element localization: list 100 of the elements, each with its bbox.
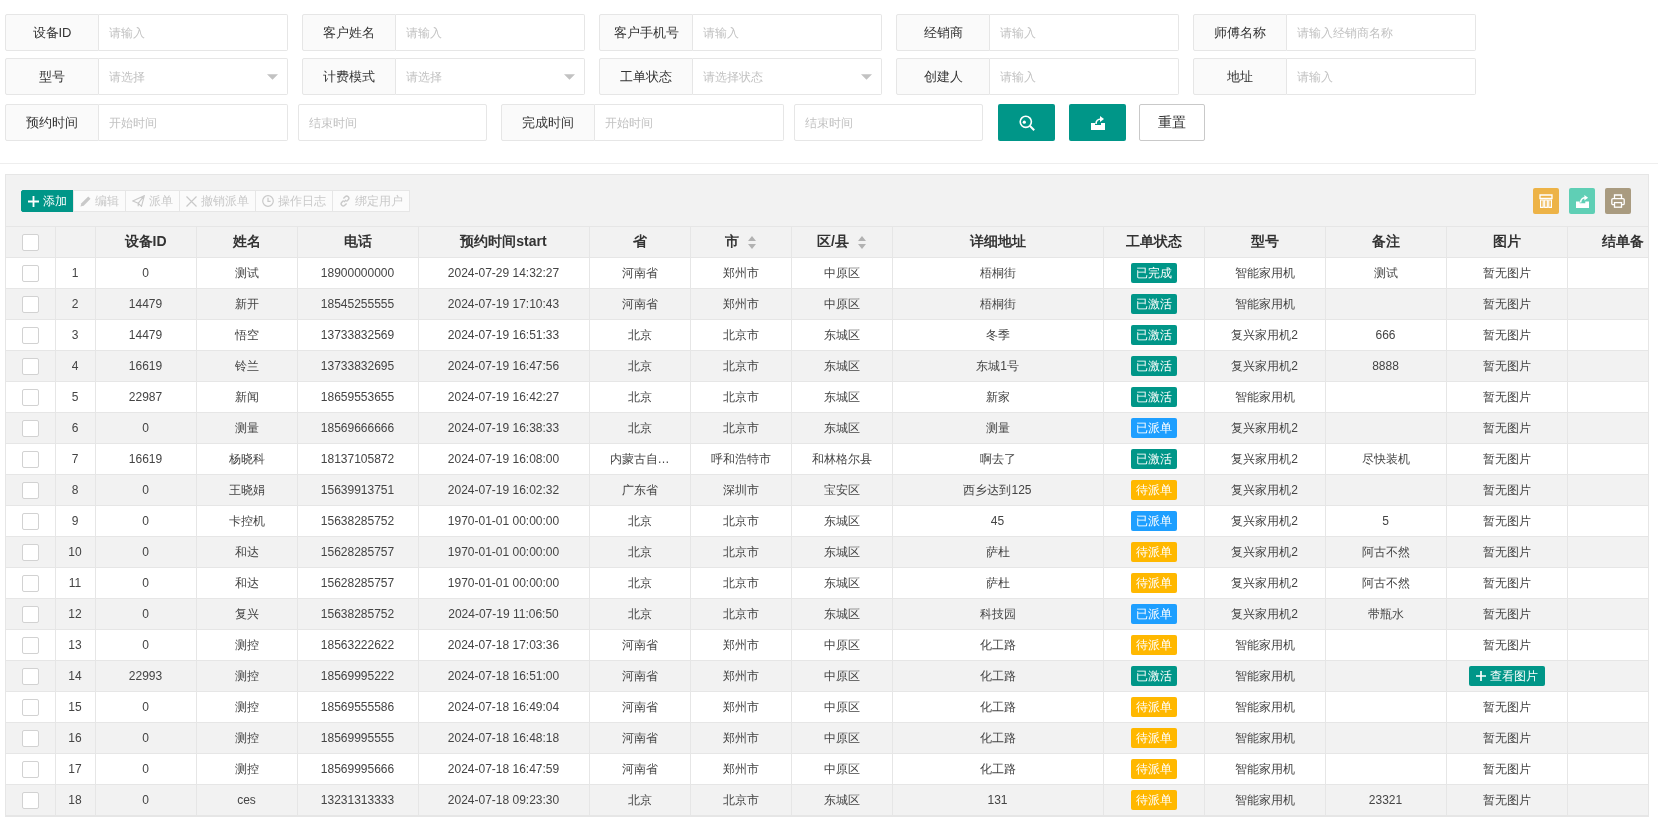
status-tag: 已激活 [1130, 325, 1177, 346]
checkbox[interactable] [21, 513, 39, 531]
row-number: 12 [55, 598, 95, 630]
date-field[interactable]: 结束时间 [794, 104, 983, 141]
table-cell: 0 [95, 412, 196, 444]
export-button[interactable] [1069, 104, 1126, 141]
table-cell: 新家 [892, 381, 1103, 413]
checkbox[interactable] [21, 451, 39, 469]
column-header[interactable]: 区/县 [817, 233, 849, 251]
table-cell: 化工路 [892, 753, 1103, 785]
text-field[interactable]: 请输入 [396, 14, 585, 51]
table-cell: 22993 [95, 660, 196, 692]
columns-button[interactable] [1533, 188, 1559, 214]
table-cell: 18569995555 [297, 722, 418, 754]
table-cell: 测控 [196, 660, 297, 692]
table-cell: 和达 [196, 536, 297, 568]
table-cell: 梧桐街 [892, 257, 1103, 289]
print-button[interactable] [1605, 188, 1631, 214]
table-cell: 尽快装机 [1325, 443, 1446, 475]
table-cell: 呼和浩特市 [690, 443, 791, 475]
checkbox[interactable] [21, 761, 39, 779]
checkbox[interactable] [21, 482, 39, 500]
table-cell: 北京市 [690, 350, 791, 382]
text-field[interactable]: 请输入 [990, 14, 1179, 51]
column-header: 省 [632, 233, 647, 251]
table-cell: 暂无图片 [1446, 598, 1567, 630]
table-cell: 北京 [589, 319, 690, 351]
checkbox[interactable] [21, 575, 39, 593]
checkbox[interactable] [21, 296, 39, 314]
table-cell: 测量 [196, 412, 297, 444]
checkbox[interactable] [21, 233, 39, 251]
table-cell: 北京 [589, 412, 690, 444]
checkbox[interactable] [21, 730, 39, 748]
table-cell: 131 [892, 784, 1103, 816]
printer-icon [1611, 194, 1625, 208]
field-label: 客户手机号 [599, 14, 693, 51]
table-cell: 中原区 [791, 629, 892, 661]
table-cell: 2024-07-19 16:47:56 [418, 350, 589, 382]
row-number: 17 [55, 753, 95, 785]
field-label: 地址 [1193, 58, 1287, 95]
checkbox[interactable] [21, 420, 39, 438]
date-field[interactable]: 开始时间 [99, 104, 288, 141]
text-field[interactable]: 请输入 [1287, 58, 1476, 95]
table-cell: 萨杜 [892, 567, 1103, 599]
text-field[interactable]: 请输入 [99, 14, 288, 51]
column-header: 结单备 [1601, 233, 1644, 251]
checkbox[interactable] [21, 327, 39, 345]
table-cell: 15638285752 [297, 598, 418, 630]
checkbox[interactable] [21, 637, 39, 655]
table-cell: 1970-01-01 00:00:00 [418, 505, 589, 537]
table-cell: 科技园 [892, 598, 1103, 630]
table-cell: 河南省 [589, 629, 690, 661]
sort-icon[interactable] [748, 235, 756, 249]
table-cell: 0 [95, 505, 196, 537]
select-field[interactable]: 请选择 [396, 58, 585, 95]
table-cell: 16619 [95, 443, 196, 475]
add-button[interactable]: 添加 [21, 190, 74, 212]
sort-icon[interactable] [857, 235, 866, 249]
reset-button[interactable]: 重置 [1139, 104, 1205, 141]
checkbox[interactable] [21, 358, 39, 376]
text-field[interactable]: 请输入 [990, 58, 1179, 95]
export-button[interactable] [1569, 188, 1595, 214]
column-header: 预约时间start [460, 233, 547, 251]
table-cell: 16619 [95, 350, 196, 382]
table-cell: 河南省 [589, 257, 690, 289]
text-field[interactable]: 请输入 [693, 14, 882, 51]
checkbox[interactable] [21, 792, 39, 810]
checkbox[interactable] [21, 389, 39, 407]
checkbox[interactable] [21, 606, 39, 624]
table-cell: 2024-07-18 09:23:30 [418, 784, 589, 816]
checkbox[interactable] [21, 699, 39, 717]
table-cell: 智能家用机 [1204, 381, 1325, 413]
table-cell: 郑州市 [690, 753, 791, 785]
column-header[interactable]: 市 [725, 233, 739, 251]
checkbox[interactable] [21, 668, 39, 686]
table-cell: 0 [95, 257, 196, 289]
status-tag: 已激活 [1130, 666, 1177, 687]
date-field[interactable]: 结束时间 [298, 104, 487, 141]
table-cell: 复兴家用机2 [1204, 412, 1325, 444]
table-cell: 中原区 [791, 753, 892, 785]
checkbox[interactable] [21, 544, 39, 562]
table-cell: 北京市 [690, 381, 791, 413]
table-cell: 5 [1325, 505, 1446, 537]
table-cell: 14479 [95, 288, 196, 320]
table-cell: 666 [1325, 319, 1446, 351]
table-cell: 冬季 [892, 319, 1103, 351]
select-field[interactable]: 请选择状态 [693, 58, 882, 95]
table-cell: 复兴家用机2 [1204, 350, 1325, 382]
table-cell: 东城区 [791, 350, 892, 382]
view-image-button[interactable]: 查看图片 [1468, 666, 1545, 687]
checkbox[interactable] [21, 265, 39, 283]
table-cell: 深圳市 [690, 474, 791, 506]
table-cell: 2024-07-19 16:02:32 [418, 474, 589, 506]
date-field[interactable]: 开始时间 [595, 104, 784, 141]
table-cell: 啊去了 [892, 443, 1103, 475]
search-button[interactable] [998, 104, 1055, 141]
row-number: 8 [55, 474, 95, 506]
table-cell: 2024-07-19 17:10:43 [418, 288, 589, 320]
select-field[interactable]: 请选择 [99, 58, 288, 95]
table-cell: 暂无图片 [1446, 753, 1567, 785]
